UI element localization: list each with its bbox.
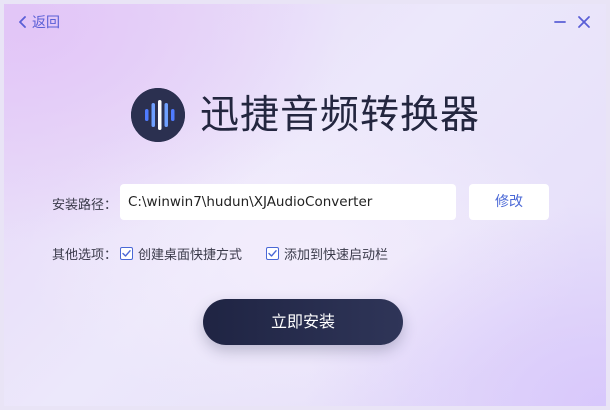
checkbox-box bbox=[120, 246, 133, 260]
back-button[interactable]: 返回 bbox=[18, 12, 60, 32]
back-label: 返回 bbox=[32, 15, 60, 31]
close-icon[interactable] bbox=[577, 15, 591, 29]
minimize-icon[interactable] bbox=[553, 15, 567, 29]
modify-button[interactable]: 修改 bbox=[469, 184, 549, 220]
quick-launch-checkbox[interactable]: 添加到快速启动栏 bbox=[266, 245, 389, 263]
checkmark-icon bbox=[268, 249, 277, 257]
checkbox-box bbox=[266, 246, 279, 260]
app-logo-icon bbox=[131, 88, 185, 142]
install-now-button[interactable]: 立即安装 bbox=[203, 299, 403, 345]
other-options-label: 其他选项： bbox=[52, 248, 118, 263]
installer-window: 返回 迅捷音频转换器 安装路径： 修改 其他选项： 创建桌面快捷方式 添 bbox=[4, 4, 606, 406]
app-title: 迅捷音频转换器 bbox=[200, 93, 481, 138]
install-path-label: 安装路径： bbox=[52, 198, 118, 213]
desktop-shortcut-label: 创建桌面快捷方式 bbox=[138, 247, 243, 263]
checkmark-icon bbox=[122, 249, 131, 257]
chevron-left-icon bbox=[19, 16, 26, 28]
install-path-input[interactable] bbox=[120, 184, 456, 220]
desktop-shortcut-checkbox[interactable]: 创建桌面快捷方式 bbox=[120, 245, 243, 263]
quick-launch-label: 添加到快速启动栏 bbox=[284, 247, 389, 263]
